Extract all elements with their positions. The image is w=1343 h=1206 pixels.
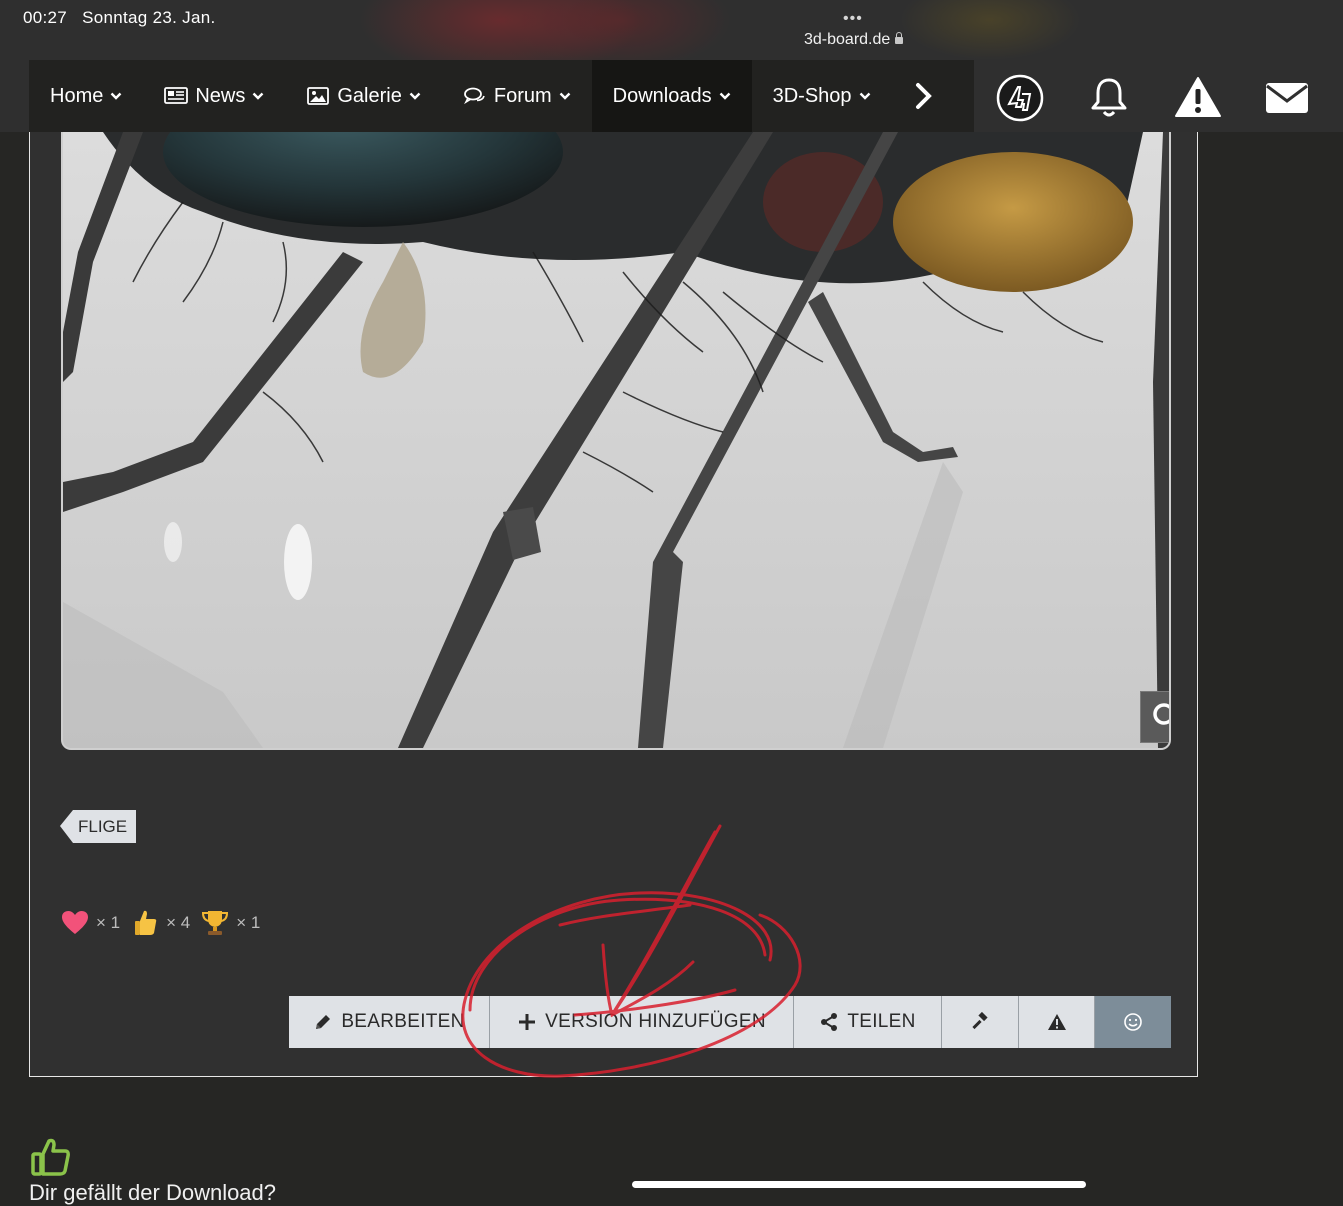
nav-item-galerie[interactable]: Galerie	[285, 60, 441, 132]
nav-item-news[interactable]: News	[143, 60, 285, 132]
edit-button[interactable]: BEARBEITEN	[289, 996, 490, 1048]
react-button[interactable]	[1095, 996, 1171, 1048]
multitasking-dots[interactable]: •••	[843, 10, 863, 28]
nav-label-forum: Forum	[493, 84, 552, 107]
nav-label-galerie: Galerie	[337, 84, 402, 107]
image-icon	[307, 87, 330, 105]
nav-item-forum[interactable]: Forum	[442, 60, 592, 132]
download-card: FLIGE × 1 × 4 × 1 BEARBEITEN VERSION HIN…	[29, 132, 1198, 1077]
lock-icon	[895, 32, 904, 44]
action-buttons: BEARBEITEN VERSION HINZUFÜGEN TEILEN	[289, 996, 1171, 1048]
share-icon	[821, 1013, 838, 1031]
envelope-icon[interactable]	[1263, 74, 1311, 122]
status-time: 00:27	[23, 8, 68, 27]
chevron-down-icon	[111, 92, 122, 100]
chevron-down-icon	[253, 92, 264, 100]
reaction-count: × 4	[166, 913, 191, 932]
address-bar[interactable]: 3d-board.de	[804, 31, 904, 49]
warning-icon	[1047, 1014, 1066, 1030]
nav-menu: Home News Galerie Forum Downloads 3D-Sho…	[29, 60, 974, 132]
nav-label-downloads: Downloads	[612, 84, 712, 107]
nav-label-home: Home	[50, 84, 104, 107]
chevron-down-icon	[559, 92, 571, 100]
add-version-label: VERSION HINZUFÜGEN	[545, 1011, 766, 1032]
search-icon	[1153, 703, 1169, 725]
smiley-icon	[1124, 1013, 1142, 1031]
home-indicator[interactable]	[632, 1181, 1086, 1188]
gavel-icon	[972, 1012, 988, 1030]
fly-render-illustration	[63, 132, 1169, 748]
nav-label-news: News	[195, 84, 246, 107]
edit-label: BEARBEITEN	[341, 1011, 465, 1032]
user-avatar-icon[interactable]	[996, 74, 1044, 122]
plus-icon	[519, 1014, 536, 1030]
like-prompt: Dir gefällt der Download?	[29, 1180, 277, 1205]
pencil-icon	[316, 1015, 331, 1029]
chat-bubbles-icon	[463, 87, 485, 105]
share-button[interactable]: TEILEN	[794, 996, 942, 1048]
chevron-right-icon[interactable]	[913, 80, 935, 112]
share-label: TEILEN	[847, 1011, 916, 1032]
url-text: 3d-board.de	[804, 31, 891, 48]
chevron-down-icon	[719, 92, 730, 100]
report-button[interactable]	[1019, 996, 1095, 1048]
moderate-button[interactable]	[942, 996, 1019, 1048]
reaction-count: × 1	[236, 913, 261, 932]
reaction-count: × 1	[96, 913, 121, 932]
main-navbar: Home News Galerie Forum Downloads 3D-Sho…	[0, 60, 1343, 132]
chevron-down-icon	[409, 92, 421, 100]
reaction-summary[interactable]: × 1 × 4 × 1	[60, 908, 270, 938]
thumbs-up-icon	[135, 910, 157, 935]
download-preview-image[interactable]	[61, 132, 1171, 750]
tag-badge[interactable]: FLIGE	[60, 810, 137, 843]
thumbs-up-icon	[31, 1138, 70, 1176]
chevron-down-icon	[859, 92, 870, 100]
nav-item-3d-shop[interactable]: 3D-Shop	[752, 60, 892, 132]
bell-icon[interactable]	[1085, 74, 1133, 122]
tag-notch	[60, 810, 73, 843]
heart-icon	[62, 911, 88, 934]
nav-item-home[interactable]: Home	[29, 60, 143, 132]
newspaper-icon	[164, 87, 189, 104]
trophy-icon	[202, 911, 229, 935]
tag-label: FLIGE	[73, 810, 137, 843]
warning-icon[interactable]	[1174, 74, 1222, 122]
add-version-button[interactable]: VERSION HINZUFÜGEN	[490, 996, 794, 1048]
zoom-button[interactable]	[1140, 691, 1169, 743]
status-bar: 00:27 Sonntag 23. Jan. ••• 3d-board.de	[0, 0, 1343, 60]
status-time-date: 00:27 Sonntag 23. Jan.	[23, 8, 215, 28]
nav-item-downloads[interactable]: Downloads	[591, 60, 752, 132]
status-date: Sonntag 23. Jan.	[82, 8, 216, 27]
nav-label-3d-shop: 3D-Shop	[772, 84, 852, 107]
